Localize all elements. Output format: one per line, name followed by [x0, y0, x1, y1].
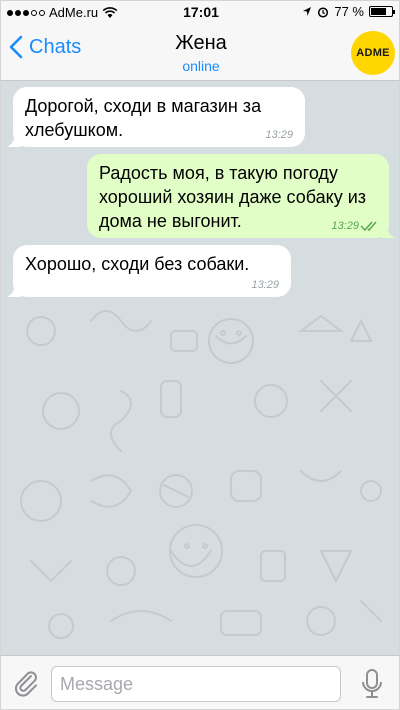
- message-bubble-outgoing[interactable]: Радость моя, в такую погоду хороший хозя…: [87, 154, 395, 238]
- nav-bar: Chats Жена online ADME: [1, 23, 399, 81]
- battery-percent: 77 %: [334, 4, 364, 19]
- battery-icon: [369, 6, 395, 17]
- status-right: 77 %: [302, 4, 395, 19]
- chat-area[interactable]: Дорогой, сходи в магазин за хлебушком. 1…: [1, 81, 399, 655]
- telegram-chat-screen: AdMe.ru 17:01 77 % Chats Жена online ADM…: [0, 0, 400, 710]
- chat-title: Жена: [175, 32, 227, 54]
- message-time: 13:29: [251, 279, 279, 291]
- message-composer: [1, 655, 399, 709]
- message-text: Радость моя, в такую погоду хороший хозя…: [99, 163, 367, 231]
- location-arrow-icon: [303, 7, 312, 16]
- bubble-tail: [381, 224, 395, 238]
- message-text: Хорошо, сходи без собаки.: [25, 254, 250, 274]
- message-bubble-incoming[interactable]: Хорошо, сходи без собаки. 13:29: [7, 245, 291, 297]
- avatar[interactable]: ADME: [351, 31, 395, 75]
- paperclip-icon[interactable]: [11, 668, 41, 698]
- message-bubble-incoming[interactable]: Дорогой, сходи в магазин за хлебушком. 1…: [7, 87, 305, 147]
- message-text: Дорогой, сходи в магазин за хлебушком.: [25, 96, 262, 140]
- chat-status: online: [182, 58, 220, 74]
- bubble-tail: [7, 283, 21, 297]
- message-time: 13:29: [331, 220, 359, 232]
- microphone-icon[interactable]: [361, 668, 383, 700]
- message-input[interactable]: [51, 666, 341, 702]
- status-bar: AdMe.ru 17:01 77 %: [1, 1, 399, 23]
- message-time: 13:29: [265, 129, 293, 141]
- alarm-icon: [318, 6, 329, 18]
- battery-fill: [371, 8, 387, 15]
- double-check-icon: [360, 221, 377, 232]
- bubble-tail: [7, 133, 21, 147]
